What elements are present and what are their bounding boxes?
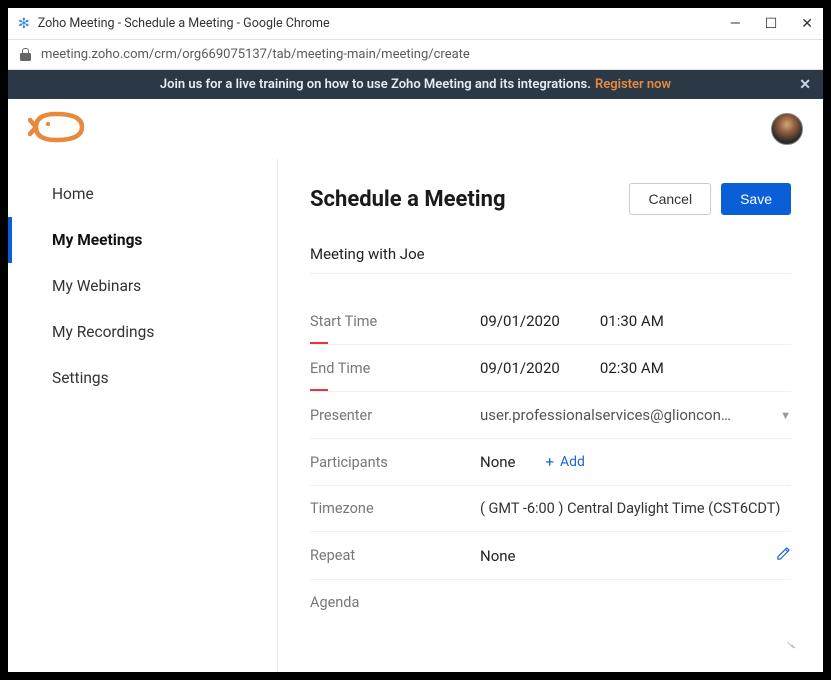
sidebar-item-my-webinars[interactable]: My Webinars — [8, 263, 277, 309]
chevron-down-icon: ▼ — [780, 409, 791, 422]
promo-banner: Join us for a live training on how to us… — [8, 70, 823, 99]
start-time-label: Start Time — [310, 313, 480, 330]
timezone-value: ( GMT -6:00 ) Central Daylight Time (CST… — [480, 500, 780, 517]
start-time-value: 09/01/2020 01:30 AM — [480, 312, 791, 330]
presenter-row: Presenter user.professionalservices@glio… — [310, 392, 791, 439]
titlebar-left: ✻ Zoho Meeting - Schedule a Meeting - Go… — [18, 16, 330, 32]
sidebar-item-home[interactable]: Home — [8, 171, 277, 217]
presenter-dropdown[interactable]: user.professionalservices@glioncon… ▼ — [480, 406, 791, 424]
end-time-row: End Time 09/01/2020 02:30 AM — [310, 345, 791, 392]
timezone-label: Timezone — [310, 500, 480, 517]
sidebar-item-settings[interactable]: Settings — [8, 355, 277, 401]
window-title: Zoho Meeting - Schedule a Meeting - Goog… — [38, 16, 330, 31]
app-icon: ✻ — [18, 16, 30, 32]
repeat-value: None — [480, 547, 516, 565]
user-avatar[interactable] — [771, 113, 803, 145]
end-time-label: End Time — [310, 360, 480, 377]
cancel-button[interactable]: Cancel — [629, 183, 711, 215]
minimize-button[interactable]: — — [730, 16, 741, 32]
participants-value-area: None + Add — [480, 453, 791, 471]
banner-close-icon[interactable]: ✕ — [799, 77, 811, 93]
timezone-row: Timezone ( GMT -6:00 ) Central Daylight … — [310, 486, 791, 532]
add-label: Add — [560, 454, 585, 470]
address-bar: meeting.zoho.com/crm/org669075137/tab/me… — [8, 40, 823, 70]
url-text[interactable]: meeting.zoho.com/crm/org669075137/tab/me… — [41, 47, 470, 62]
presenter-label: Presenter — [310, 407, 480, 424]
participants-row: Participants None + Add — [310, 439, 791, 486]
window-frame: ✻ Zoho Meeting - Schedule a Meeting - Go… — [0, 0, 831, 680]
sidebar-item-my-recordings[interactable]: My Recordings — [8, 309, 277, 355]
end-date-input[interactable]: 09/01/2020 — [480, 359, 560, 377]
repeat-row: Repeat None — [310, 532, 791, 580]
repeat-label: Repeat — [310, 547, 480, 564]
presenter-value: user.professionalservices@glioncon… — [480, 406, 768, 424]
sidebar-item-my-meetings[interactable]: My Meetings — [8, 217, 277, 263]
end-time-input[interactable]: 02:30 AM — [600, 359, 664, 377]
top-bar — [8, 99, 823, 159]
participants-label: Participants — [310, 454, 480, 471]
maximize-button[interactable]: ☐ — [765, 16, 778, 32]
banner-register-link[interactable]: Register now — [595, 77, 671, 92]
resize-handle-icon[interactable] — [783, 638, 793, 648]
agenda-label: Agenda — [310, 594, 480, 611]
meeting-title-input[interactable]: Meeting with Joe — [310, 245, 791, 274]
banner-text: Join us for a live training on how to us… — [160, 77, 591, 92]
page-title: Schedule a Meeting — [310, 187, 506, 212]
header-buttons: Cancel Save — [629, 183, 791, 215]
participants-value: None — [480, 453, 516, 471]
plus-icon: + — [546, 453, 555, 471]
app-logo[interactable] — [28, 106, 88, 152]
window-titlebar: ✻ Zoho Meeting - Schedule a Meeting - Go… — [8, 8, 823, 40]
main-panel: Schedule a Meeting Cancel Save Meeting w… — [278, 159, 823, 672]
start-time-row: Start Time 09/01/2020 01:30 AM — [310, 298, 791, 345]
add-participant-button[interactable]: + Add — [546, 453, 585, 471]
content-area: Home My Meetings My Webinars My Recordin… — [8, 159, 823, 672]
main-header: Schedule a Meeting Cancel Save — [310, 183, 791, 215]
start-time-input[interactable]: 01:30 AM — [600, 312, 664, 330]
repeat-value-area: None — [480, 546, 791, 565]
start-date-input[interactable]: 09/01/2020 — [480, 312, 560, 330]
edit-repeat-button[interactable] — [776, 546, 791, 565]
save-button[interactable]: Save — [721, 183, 791, 215]
lock-icon — [20, 48, 31, 61]
sidebar: Home My Meetings My Webinars My Recordin… — [8, 159, 278, 672]
end-time-value: 09/01/2020 02:30 AM — [480, 359, 791, 377]
agenda-textarea[interactable] — [480, 594, 791, 646]
close-button[interactable]: ✕ — [801, 16, 813, 32]
window-controls: — ☐ ✕ — [730, 16, 813, 32]
timezone-dropdown[interactable]: ( GMT -6:00 ) Central Daylight Time (CST… — [480, 500, 791, 517]
agenda-row: Agenda — [310, 580, 791, 660]
